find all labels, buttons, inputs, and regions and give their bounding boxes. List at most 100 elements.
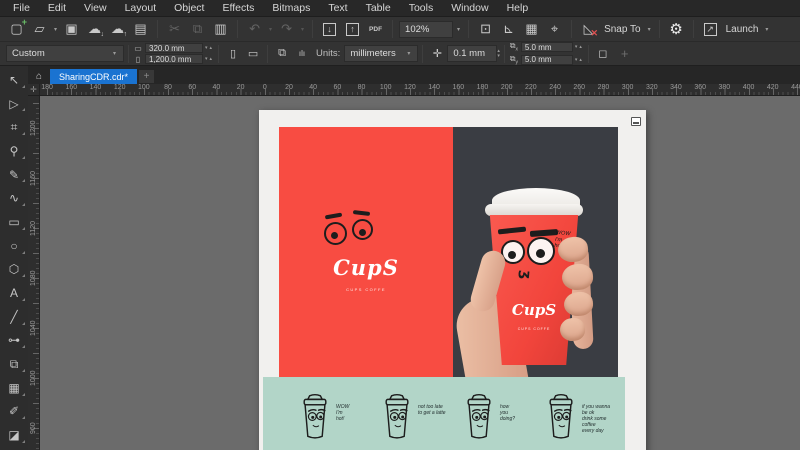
full-screen-preview-button[interactable]: ⊡	[475, 18, 496, 40]
snap-to-caret[interactable]: ▾	[646, 26, 653, 33]
cut-button[interactable]: ✂	[164, 18, 185, 40]
ruler-label: 200	[495, 84, 519, 95]
shape-tool[interactable]: ▷	[0, 92, 28, 116]
ruler-label: 60	[180, 84, 204, 95]
duplicate-x-field[interactable]: 5.0 mm	[521, 42, 573, 52]
duplicate-y-field[interactable]: 5.0 mm	[521, 55, 573, 65]
menu-item[interactable]: View	[75, 0, 116, 16]
page-height-spinner[interactable]: ▾▴	[205, 56, 214, 62]
options-button[interactable]: ⚙	[666, 18, 687, 40]
propbar-separator	[128, 45, 129, 63]
launch-label[interactable]: Launch	[723, 24, 762, 35]
all-pages-button[interactable]: ⧉	[272, 45, 292, 63]
connector-tool[interactable]: ⊶	[0, 329, 28, 353]
page-height-field[interactable]: 1,200.0 mm	[145, 54, 203, 64]
mint-illustration-strip: WOW I'm hot!	[263, 377, 625, 450]
portrait-button[interactable]: ▯	[223, 45, 243, 63]
menu-item[interactable]: Text	[319, 0, 356, 16]
brow-illustration	[530, 229, 558, 237]
zoom-level-select[interactable]: 102%	[399, 21, 453, 38]
bezier-tool[interactable]: ∿	[0, 186, 28, 210]
launch-button[interactable]: ↗	[700, 18, 721, 40]
import-button[interactable]: ↓	[319, 18, 340, 40]
pick-tool[interactable]: ↖	[0, 68, 28, 92]
vertical-ruler[interactable]: 120011601120108010401000960	[28, 96, 40, 450]
copy-button[interactable]: ⧉	[187, 18, 208, 40]
publish-to-pdf-button[interactable]: PDF	[365, 18, 386, 40]
units-select[interactable]: millimeters▾	[344, 45, 418, 62]
menu-item[interactable]: Effects	[213, 0, 263, 16]
rectangle-tool[interactable]: ▭	[0, 210, 28, 234]
crop-tool[interactable]: ⌗	[0, 115, 28, 139]
freehand-tool[interactable]: ✎	[0, 163, 28, 187]
page-width-spinner[interactable]: ▾▴	[205, 45, 214, 51]
ruler-label: 220	[519, 84, 543, 95]
menu-item[interactable]: Tools	[400, 0, 443, 16]
nudge-distance-field[interactable]: 0.1 mm	[447, 45, 497, 62]
duplicate-x-spinner[interactable]: ▾▴	[575, 44, 584, 50]
ruler-label: 40	[204, 84, 228, 95]
save-to-cloud-button[interactable]: ☁↑	[107, 18, 128, 40]
eyedropper-tool[interactable]: ✐	[0, 400, 28, 424]
snap-to-button[interactable]: Snap To	[601, 24, 644, 35]
document-tab-active[interactable]: SharingCDR.cdr*	[50, 69, 137, 84]
menu-item[interactable]: Bitmaps	[263, 0, 319, 16]
duplicate-x-icon: ⧉x	[509, 41, 519, 53]
text-tool[interactable]: A	[0, 281, 28, 305]
open-button[interactable]: ▱	[29, 18, 50, 40]
chevron-down-icon: ▾	[405, 50, 412, 57]
save-button[interactable]: ▣	[61, 18, 82, 40]
show-rulers-button[interactable]: ⊾	[498, 18, 519, 40]
new-document-button[interactable]: ▢+	[6, 18, 27, 40]
menu-item[interactable]: Object	[165, 0, 213, 16]
page-preset-select[interactable]: Custom▾	[6, 45, 124, 62]
menu-item[interactable]: File	[4, 0, 39, 16]
menu-item[interactable]: Layout	[116, 0, 166, 16]
paste-button[interactable]: ▥	[210, 18, 231, 40]
eraser-tool[interactable]: ◪	[0, 423, 28, 447]
current-page-button[interactable]: ılı	[292, 45, 312, 63]
open-from-cloud-button[interactable]: ☁↓	[84, 18, 105, 40]
treat-as-filled-button[interactable]: ◻	[593, 45, 613, 63]
landscape-button[interactable]: ▭	[243, 45, 263, 63]
horizontal-ruler[interactable]: 1801601401201008060402002040608010012014…	[35, 84, 800, 96]
new-tab-button[interactable]: +	[139, 70, 154, 83]
cut-icon: ✂	[169, 21, 180, 37]
page-widget-icon[interactable]	[631, 117, 641, 126]
open-dropdown-caret[interactable]: ▾	[52, 26, 59, 33]
undo-button[interactable]: ↶	[244, 18, 265, 40]
drawing-canvas[interactable]: CupS CUPS COFFE	[40, 96, 800, 450]
red-panel: CupS CUPS COFFE	[279, 127, 453, 377]
menu-item[interactable]: Table	[357, 0, 400, 16]
home-icon: ⌂	[36, 71, 42, 82]
export-button[interactable]: ↑	[342, 18, 363, 40]
snap-off-button[interactable]: ◺✕	[578, 18, 599, 40]
menu-item[interactable]: Edit	[39, 0, 75, 16]
menu-item[interactable]: Help	[498, 0, 538, 16]
redo-button[interactable]: ↷	[276, 18, 297, 40]
mesh-fill-tool[interactable]: ▦	[0, 376, 28, 400]
ellipse-tool[interactable]: ○	[0, 234, 28, 258]
show-guidelines-button[interactable]: ⌖	[544, 18, 565, 40]
show-grid-button[interactable]: ▦	[521, 18, 542, 40]
undo-dropdown-caret[interactable]: ▾	[267, 26, 274, 33]
eye-illustration	[527, 237, 555, 265]
nudge-spinner[interactable]: ▴▾	[497, 49, 500, 59]
zoom-tool[interactable]: ⚲	[0, 139, 28, 163]
polygon-tool[interactable]: ⬡	[0, 258, 28, 282]
redo-dropdown-caret[interactable]: ▾	[299, 26, 306, 33]
zoom-dropdown-caret[interactable]: ▾	[455, 26, 462, 33]
duplicate-y-spinner[interactable]: ▾▴	[575, 57, 584, 63]
menu-item[interactable]: Window	[442, 0, 497, 16]
welcome-home-button[interactable]: ⌂	[30, 69, 48, 84]
horizontal-ruler-row: ✛ 18016014012010080604020020406080100120…	[28, 84, 800, 96]
launch-caret[interactable]: ▾	[763, 26, 770, 33]
mint-cup-item: how you doing?	[461, 393, 533, 450]
print-button[interactable]: ▤	[130, 18, 151, 40]
drop-shadow-tool[interactable]: ⧉	[0, 352, 28, 376]
ruler-label: 140	[83, 84, 107, 95]
dimension-tool[interactable]: ╱	[0, 305, 28, 329]
page-width-field[interactable]: 320.0 mm	[145, 43, 203, 53]
add-control-button[interactable]: +	[613, 46, 637, 61]
document-page[interactable]: CupS CUPS COFFE	[259, 110, 646, 450]
